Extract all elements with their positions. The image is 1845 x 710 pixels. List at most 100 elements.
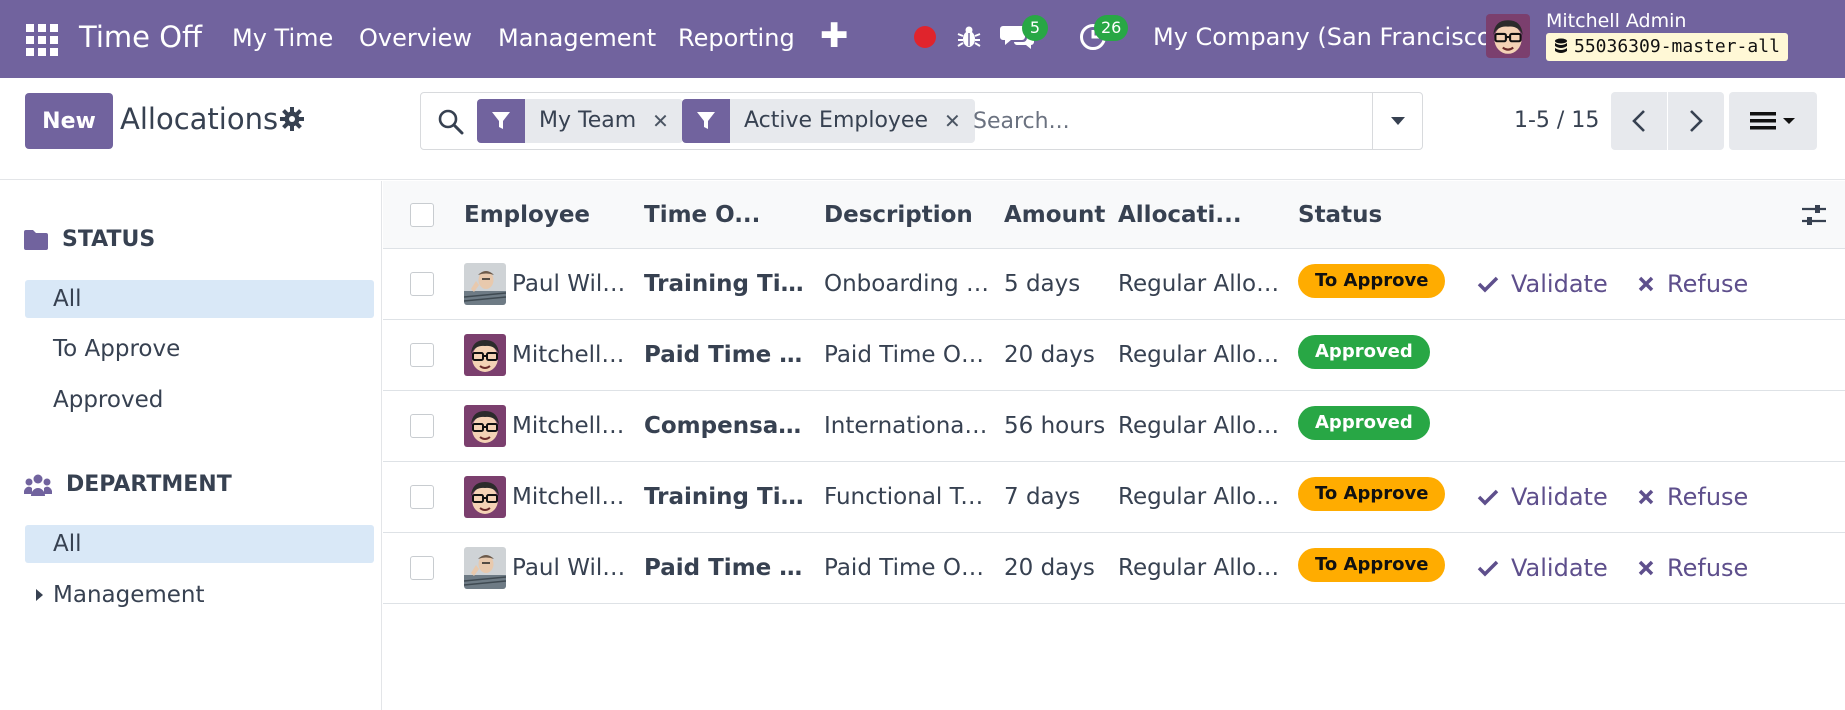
filter-icon (682, 99, 730, 143)
row-checkbox[interactable] (410, 414, 434, 438)
amount: 5 days (1004, 271, 1081, 297)
list-view-icon (1750, 112, 1776, 130)
optional-columns-icon[interactable] (1801, 202, 1827, 228)
folder-icon (24, 229, 48, 250)
time-off-type: Training Time Off (644, 484, 806, 510)
user-name[interactable]: Mitchell Admin (1546, 9, 1686, 33)
plus-icon[interactable]: ✚ (820, 18, 849, 54)
description: International Conference (824, 413, 990, 439)
menu-my-time[interactable]: My Time (232, 23, 333, 53)
validate-button[interactable]: Validate (1477, 553, 1608, 583)
status-filter-to-approve[interactable]: To Approve (25, 330, 374, 368)
allocation-type: Regular Allocation (1118, 342, 1283, 368)
user-avatar[interactable] (1486, 14, 1530, 58)
bug-icon[interactable] (956, 24, 982, 50)
employee-avatar (464, 405, 506, 447)
time-off-type: Compensatory Days (644, 413, 806, 439)
status-badge: To Approve (1298, 548, 1446, 582)
company-switcher[interactable]: My Company (San Francisco) (1153, 22, 1501, 52)
close-icon (1638, 489, 1654, 505)
search-box: My Team ✕ Active Employee ✕ (420, 92, 1423, 150)
menu-management[interactable]: Management (498, 23, 656, 53)
employee-avatar (464, 263, 506, 305)
search-icon[interactable] (437, 108, 465, 136)
database-name: 55036309-master-all (1574, 36, 1780, 57)
department-label: Management (53, 582, 205, 608)
time-off-type: Paid Time Off (644, 555, 806, 581)
time-off-type: Training Time Off (644, 271, 806, 297)
page-title: Allocations (120, 102, 279, 136)
top-navbar: Time Off My Time Overview Management Rep… (0, 0, 1845, 78)
allocations-list: Employee Time O... Description Amount Al… (383, 181, 1845, 710)
description: Paid Time Off Allocation (824, 555, 990, 581)
validate-button[interactable]: Validate (1477, 482, 1608, 512)
description: Paid Time Off Allocation (824, 342, 990, 368)
column-employee[interactable]: Employee (464, 200, 590, 230)
facet-label: My Team (539, 108, 637, 133)
employee-name: Paul Williams (512, 271, 630, 297)
department-filter-all[interactable]: All (25, 525, 374, 563)
description: Onboarding Training (824, 271, 990, 297)
allocation-type: Regular Allocation (1118, 484, 1283, 510)
column-status[interactable]: Status (1298, 200, 1382, 230)
facet-remove-icon[interactable]: ✕ (944, 99, 975, 143)
employee-avatar (464, 547, 506, 589)
status-filter-all[interactable]: All (25, 280, 374, 318)
row-checkbox[interactable] (410, 343, 434, 367)
employee-name: Mitchell Admin (512, 342, 630, 368)
table-row[interactable]: Paul Williams Training Time Off Onboarding… (383, 249, 1845, 320)
column-allocation-type[interactable]: Allocati... (1118, 200, 1242, 230)
amount: 7 days (1004, 484, 1081, 510)
row-checkbox[interactable] (410, 272, 434, 296)
record-icon[interactable] (914, 26, 936, 48)
app-menu-icon[interactable] (26, 24, 58, 56)
status-badge: To Approve (1298, 477, 1446, 511)
table-row[interactable]: Paul Williams Paid Time Off Paid Time Off … (383, 533, 1845, 604)
table-row[interactable]: Mitchell Admin Paid Time Off Paid Time Off… (383, 320, 1845, 391)
column-time-off-type[interactable]: Time O... (644, 200, 760, 230)
row-checkbox[interactable] (410, 485, 434, 509)
select-all-checkbox[interactable] (410, 203, 434, 227)
app-name[interactable]: Time Off (79, 18, 202, 56)
amount: 20 days (1004, 342, 1095, 368)
table-row[interactable]: Mitchell Admin Training Time Off Functiona… (383, 462, 1845, 533)
column-description[interactable]: Description (824, 200, 973, 230)
status-filter-approved[interactable]: Approved (25, 381, 374, 419)
caret-right-icon[interactable] (36, 589, 43, 601)
refuse-button[interactable]: Refuse (1637, 269, 1748, 299)
pager-next-button[interactable] (1668, 92, 1724, 150)
validate-button[interactable]: Validate (1477, 269, 1608, 299)
database-badge: 55036309-master-all (1546, 33, 1788, 61)
activities-count-badge: 26 (1094, 15, 1129, 41)
row-checkbox[interactable] (410, 556, 434, 580)
refuse-button[interactable]: Refuse (1637, 482, 1748, 512)
pager-value[interactable]: 1-5 / 15 (1514, 106, 1599, 136)
search-options-toggle[interactable] (1372, 93, 1422, 149)
users-icon (24, 474, 52, 496)
control-panel: New Allocations My Team ✕ Active Employe… (0, 78, 1845, 180)
status-badge: Approved (1298, 335, 1430, 369)
caret-down-icon (1390, 117, 1405, 125)
table-row[interactable]: Mitchell Admin Compensatory Days Internati… (383, 391, 1845, 462)
view-switcher-button[interactable] (1729, 92, 1817, 150)
menu-overview[interactable]: Overview (359, 23, 472, 53)
facet-active-employee: Active Employee ✕ (682, 99, 975, 143)
refuse-button[interactable]: Refuse (1637, 553, 1748, 583)
gear-icon[interactable] (280, 107, 304, 131)
menu-reporting[interactable]: Reporting (678, 23, 795, 53)
status-badge: Approved (1298, 406, 1430, 440)
department-filter-management[interactable]: Management (25, 576, 374, 614)
search-input[interactable] (973, 99, 1273, 143)
facet-my-team: My Team ✕ (477, 99, 683, 143)
table-header: Employee Time O... Description Amount Al… (383, 181, 1845, 249)
caret-down-icon (1783, 118, 1795, 124)
pager-previous-button[interactable] (1611, 92, 1667, 150)
column-amount[interactable]: Amount (1004, 200, 1105, 230)
facet-label: Active Employee (744, 108, 929, 133)
department-heading: DEPARTMENT (24, 472, 232, 497)
status-heading: STATUS (24, 227, 155, 252)
chevron-left-icon (1632, 110, 1645, 132)
allocation-type: Regular Allocation (1118, 271, 1283, 297)
facet-remove-icon[interactable]: ✕ (652, 99, 683, 143)
new-button[interactable]: New (25, 93, 113, 149)
